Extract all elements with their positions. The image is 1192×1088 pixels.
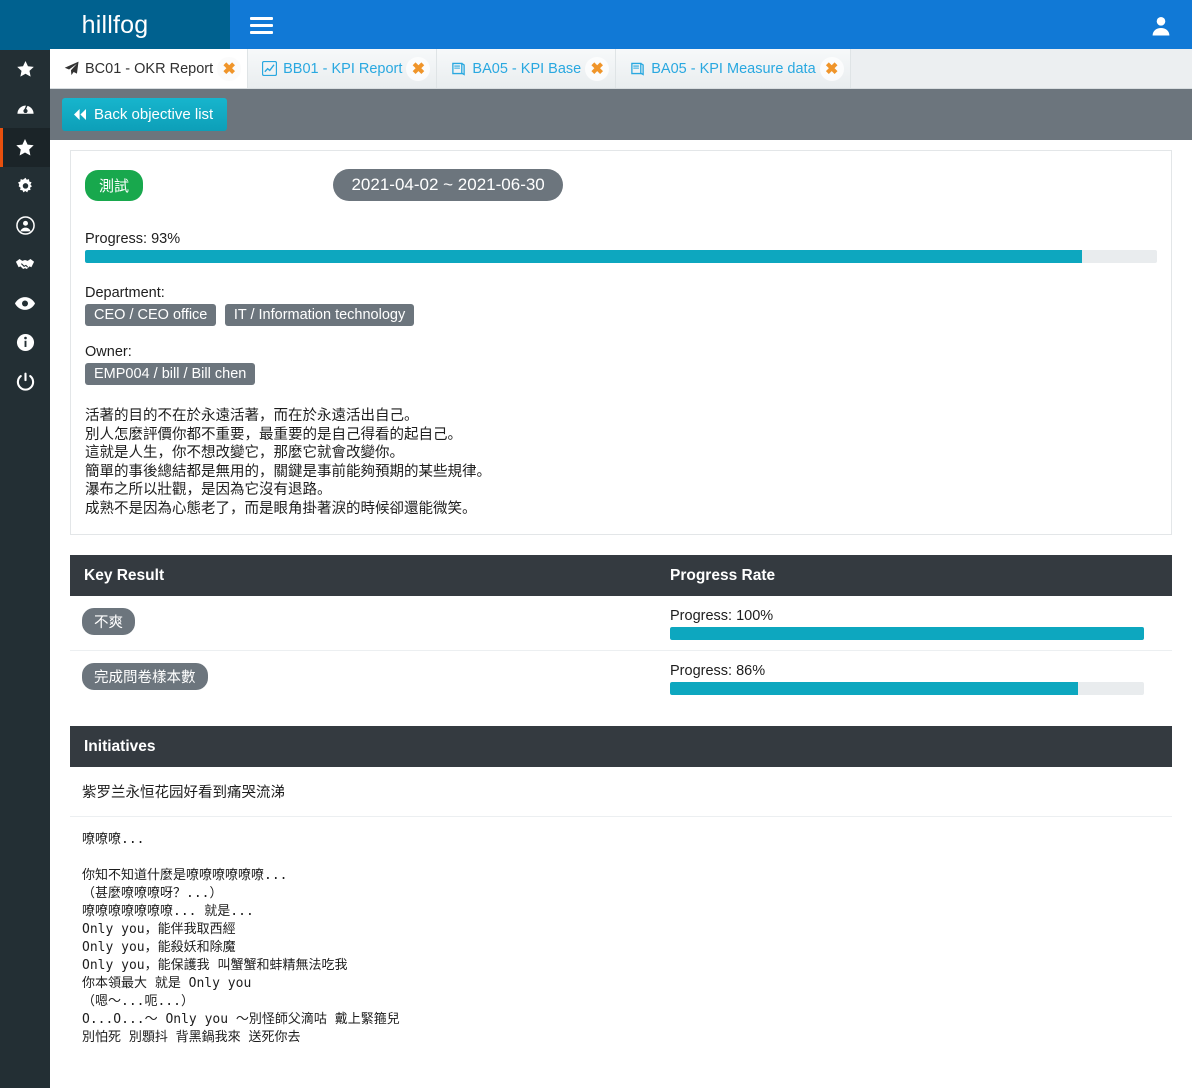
sidebar-item-dashboard[interactable] <box>0 89 50 128</box>
key-result-section: Key Result Progress Rate 不爽 Progress: 10… <box>70 555 1172 706</box>
back-objective-list-button[interactable]: Back objective list <box>62 98 228 131</box>
paper-plane-icon <box>64 61 79 76</box>
book-icon <box>630 61 645 76</box>
owner-label: Owner: <box>85 344 132 360</box>
sidebar-item-okr[interactable] <box>0 128 50 167</box>
owner-badges: EMP004 / bill / Bill chen <box>85 363 1157 385</box>
key-result-badge: 完成問卷樣本數 <box>82 663 208 690</box>
objective-progress-track <box>85 250 1157 263</box>
sub-toolbar: Back objective list <box>50 89 1192 140</box>
department-badges: CEO / CEO office IT / Information techno… <box>85 304 1157 326</box>
progress-fill <box>670 682 1078 695</box>
sidebar-item-info[interactable] <box>0 323 50 362</box>
list-item: 嘹嘹嘹... 你知不知道什麼是嘹嘹嘹嘹嘹嘹... （甚麼嘹嘹嘹呀？...） 嘹嘹… <box>82 832 400 1045</box>
key-result-name-cell: 完成問卷樣本數 <box>70 663 670 690</box>
objective-progress-fill <box>85 250 1082 263</box>
sidebar-item-account[interactable] <box>0 206 50 245</box>
close-icon[interactable]: ✖ <box>217 56 242 81</box>
table-row: 不爽 Progress: 100% <box>70 596 1172 651</box>
progress-track <box>670 682 1144 695</box>
star-icon <box>15 138 35 158</box>
double-chevron-left-icon <box>73 108 87 121</box>
star-icon <box>16 60 35 79</box>
description-line: 活著的目的不在於永遠活著，而在於永遠活出自己。 <box>85 408 419 424</box>
tab-bc01-okr-report[interactable]: BC01 - OKR Report ✖ <box>50 49 249 88</box>
tab-label: BA05 - KPI Measure data <box>651 60 816 77</box>
tab-label: BB01 - KPI Report <box>283 60 403 77</box>
initiatives-section: Initiatives 紫罗兰永恒花园好看到痛哭流涕 嘹嘹嘹... 你知不知道什… <box>70 726 1172 1061</box>
hamburger-icon[interactable] <box>230 0 292 50</box>
key-result-name-cell: 不爽 <box>70 608 670 635</box>
app-logo-text: hillfog <box>81 10 149 39</box>
objective-progress: Progress: 93% <box>85 231 1157 263</box>
key-result-progress-cell: Progress: 86% <box>670 663 1172 695</box>
department-label: Department: <box>85 285 165 301</box>
department-badge: IT / Information technology <box>224 304 415 326</box>
status-badge: 測試 <box>85 169 144 201</box>
handshake-icon <box>15 255 35 274</box>
description-line: 別人怎麼評價你都不重要，最重要的是自己得看的起自己。 <box>85 426 462 443</box>
table-row: 完成問卷樣本數 Progress: 86% <box>70 651 1172 706</box>
objective-header-row: 測試 2021-04-02 ~ 2021-06-30 <box>85 169 1157 201</box>
top-header-bar: hillfog <box>0 0 1192 50</box>
initiatives-header-row: Initiatives <box>70 726 1172 767</box>
progress-fill <box>670 627 1144 640</box>
sidebar-item-partners[interactable] <box>0 245 50 284</box>
left-sidebar <box>0 50 50 1088</box>
objective-description: 活著的目的不在於永遠活著，而在於永遠活出自己。 別人怎麼評價你都不重要，最重要的… <box>85 407 1157 518</box>
initiatives-column-header: Initiatives <box>84 737 156 755</box>
tab-ba05-kpi-measure-data[interactable]: BA05 - KPI Measure data ✖ <box>616 49 851 88</box>
key-result-progress-cell: Progress: 100% <box>670 608 1172 640</box>
department-badge: CEO / CEO office <box>85 304 217 326</box>
hamburger-bars <box>249 13 273 38</box>
description-line: 成熟不是因為心態老了，而是眼角掛著淚的時候卻還能微笑。 <box>85 500 477 517</box>
description-line: 瀑布之所以壯觀，是因為它沒有退路。 <box>85 482 332 498</box>
sidebar-item-settings[interactable] <box>0 167 50 206</box>
sidebar-item-logout[interactable] <box>0 362 50 401</box>
tab-ba05-kpi-base[interactable]: BA05 - KPI Base ✖ <box>437 49 617 88</box>
chart-line-icon <box>262 61 278 76</box>
progress-rate-column-header: Progress Rate <box>670 566 776 584</box>
owner-badge: EMP004 / bill / Bill chen <box>85 363 256 385</box>
user-circle-icon <box>15 216 35 235</box>
tab-bar: BC01 - OKR Report ✖ BB01 - KPI Report ✖ … <box>50 49 1192 89</box>
objective-card: 測試 2021-04-02 ~ 2021-06-30 Progress: 93%… <box>70 150 1172 535</box>
close-icon[interactable]: ✖ <box>406 56 431 81</box>
close-icon[interactable]: ✖ <box>819 56 844 81</box>
sidebar-item-star-top[interactable] <box>0 50 50 89</box>
power-icon <box>16 372 35 391</box>
gear-icon <box>16 177 35 196</box>
key-result-badge: 不爽 <box>82 608 135 635</box>
list-item: 紫罗兰永恒花园好看到痛哭流涕 <box>70 767 1172 817</box>
close-icon[interactable]: ✖ <box>585 56 610 81</box>
back-button-label: Back objective list <box>94 106 214 123</box>
date-range-badge: 2021-04-02 ~ 2021-06-30 <box>333 169 563 201</box>
key-result-header-row: Key Result Progress Rate <box>70 555 1172 596</box>
main-content: 測試 2021-04-02 ~ 2021-06-30 Progress: 93%… <box>50 140 1192 1088</box>
department-field: Department: CEO / CEO office IT / Inform… <box>85 285 1157 326</box>
eye-icon <box>15 296 35 311</box>
progress-label: Progress: 100% <box>670 608 774 624</box>
key-result-column-header: Key Result <box>84 566 165 584</box>
tab-label: BA05 - KPI Base <box>472 60 582 77</box>
progress-label: Progress: 86% <box>670 663 766 679</box>
info-circle-icon <box>16 333 35 352</box>
progress-track <box>670 627 1144 640</box>
sidebar-item-view[interactable] <box>0 284 50 323</box>
tab-bb01-kpi-report[interactable]: BB01 - KPI Report ✖ <box>248 49 438 88</box>
description-line: 簡單的事後總結都是無用的，關鍵是事前能夠預期的某些規律。 <box>85 463 491 480</box>
tab-bar-empty-space <box>850 49 1192 88</box>
book-icon <box>451 61 466 76</box>
user-icon[interactable] <box>1130 0 1192 50</box>
app-logo[interactable]: hillfog <box>0 0 230 50</box>
objective-progress-label: Progress: 93% <box>85 231 181 247</box>
owner-field: Owner: EMP004 / bill / Bill chen <box>85 344 1157 385</box>
description-line: 這就是人生，你不想改變它，那麼它就會改變你。 <box>85 445 404 461</box>
dashboard-icon <box>16 99 35 118</box>
tab-label: BC01 - OKR Report <box>85 60 214 77</box>
